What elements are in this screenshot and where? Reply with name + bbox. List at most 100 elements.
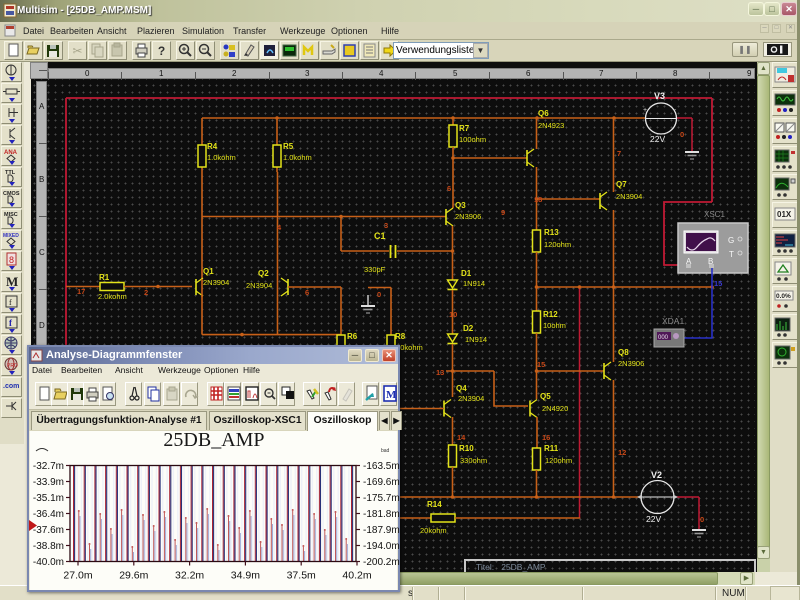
svg-text:Q6: Q6 <box>538 109 549 118</box>
svg-text:16: 16 <box>542 433 550 442</box>
svg-text:2N3904: 2N3904 <box>458 394 484 403</box>
svg-text:f: f <box>9 298 12 307</box>
svg-text:-194.0m: -194.0m <box>363 541 400 552</box>
svg-text:2N3904: 2N3904 <box>246 281 272 290</box>
svg-text:-175.7m: -175.7m <box>363 493 400 504</box>
svg-text:000: 000 <box>658 335 669 341</box>
svg-text:2N3906: 2N3906 <box>618 359 644 368</box>
svg-text:V3: V3 <box>654 91 665 101</box>
svg-text:120ohm: 120ohm <box>544 240 571 249</box>
svg-text:-33.9m: -33.9m <box>33 477 64 488</box>
svg-text:R7: R7 <box>459 124 470 133</box>
svg-text:8: 8 <box>9 255 14 265</box>
svg-text:3: 3 <box>384 221 388 230</box>
svg-text:18: 18 <box>534 195 542 204</box>
svg-text:2N3904: 2N3904 <box>203 278 229 287</box>
svg-text:1.0kohm: 1.0kohm <box>283 153 312 162</box>
svg-text:Q3: Q3 <box>455 201 466 210</box>
svg-text:2: 2 <box>144 288 148 297</box>
svg-text:0: 0 <box>377 290 381 299</box>
svg-text:-169.6m: -169.6m <box>363 477 400 488</box>
svg-text:0.0%: 0.0% <box>776 293 791 300</box>
svg-text:12: 12 <box>618 448 626 457</box>
svg-text:M: M <box>6 274 18 288</box>
svg-text:2.0kohm: 2.0kohm <box>98 292 127 301</box>
svg-text:Q4: Q4 <box>456 384 467 393</box>
svg-text:Titel: 25DB_AMP: Titel: 25DB_AMP <box>476 562 546 572</box>
svg-text:37.5m: 37.5m <box>287 570 316 582</box>
svg-text:-35.1m: -35.1m <box>33 493 64 504</box>
svg-text:R13: R13 <box>544 228 559 237</box>
svg-text:Q2: Q2 <box>258 269 269 278</box>
svg-text:29.6m: 29.6m <box>119 570 148 582</box>
svg-text:15: 15 <box>714 279 722 288</box>
svg-text:27.0m: 27.0m <box>63 570 92 582</box>
svg-text:17: 17 <box>77 287 85 296</box>
svg-text:R11: R11 <box>544 444 559 453</box>
svg-text:10: 10 <box>449 310 457 319</box>
svg-text:XDA1: XDA1 <box>662 316 684 326</box>
svg-text:D1: D1 <box>461 269 472 278</box>
svg-text:34.9m: 34.9m <box>231 570 260 582</box>
svg-text:330pF: 330pF <box>364 265 386 274</box>
svg-text:R8: R8 <box>395 332 406 341</box>
svg-text:-36.4m: -36.4m <box>33 509 64 520</box>
svg-text:20kohm: 20kohm <box>420 526 447 535</box>
svg-text:R5: R5 <box>283 142 294 151</box>
svg-text:Q1: Q1 <box>203 267 214 276</box>
svg-text:C1: C1 <box>374 231 386 241</box>
svg-text:6: 6 <box>305 288 309 297</box>
svg-text:R1: R1 <box>99 273 110 282</box>
svg-text:10ohm: 10ohm <box>543 321 566 330</box>
svg-text:32.2m: 32.2m <box>175 570 204 582</box>
svg-text:1N914: 1N914 <box>463 279 485 288</box>
svg-text:2N4920: 2N4920 <box>542 404 568 413</box>
svg-text:330ohm: 330ohm <box>460 456 487 465</box>
svg-text:G: G <box>728 236 734 245</box>
svg-text:15: 15 <box>537 360 545 369</box>
svg-text:2N4923: 2N4923 <box>538 121 564 130</box>
svg-text:100ohm: 100ohm <box>459 135 486 144</box>
svg-text:14: 14 <box>457 433 466 442</box>
svg-text:R12: R12 <box>543 310 558 319</box>
svg-text:22V: 22V <box>646 514 661 524</box>
svg-text:4: 4 <box>277 223 282 232</box>
svg-text:2N3906: 2N3906 <box>455 212 481 221</box>
svg-text:22V: 22V <box>650 134 665 144</box>
svg-text:bad: bad <box>381 448 390 454</box>
svg-text:R4: R4 <box>207 142 218 151</box>
svg-text:9: 9 <box>501 208 505 217</box>
svg-text:Q5: Q5 <box>540 392 551 401</box>
svg-text:40.2m: 40.2m <box>342 570 371 582</box>
svg-text:7: 7 <box>617 149 621 158</box>
svg-text:-40.0m: -40.0m <box>33 557 64 568</box>
svg-text:-32.7m: -32.7m <box>33 461 64 472</box>
svg-text:2N3904: 2N3904 <box>616 192 642 201</box>
svg-text:M: M <box>386 389 397 401</box>
svg-text:-200.2m: -200.2m <box>363 557 400 568</box>
svg-text:V2: V2 <box>651 470 662 480</box>
svg-text:+: + <box>643 107 647 114</box>
svg-text:R6: R6 <box>347 332 358 341</box>
svg-text:25DB_AMP: 25DB_AMP <box>163 429 264 451</box>
svg-text:f: f <box>9 318 13 328</box>
svg-text:1.0kohm: 1.0kohm <box>207 153 236 162</box>
svg-text:-187.9m: -187.9m <box>363 525 400 536</box>
svg-text:R14: R14 <box>427 500 442 509</box>
svg-text:.com: .com <box>3 383 19 390</box>
svg-text:-181.8m: -181.8m <box>363 509 400 520</box>
svg-text:6: 6 <box>447 184 451 193</box>
svg-text:D2: D2 <box>463 324 474 333</box>
svg-text:Q7: Q7 <box>616 180 627 189</box>
svg-text:-: - <box>674 107 677 114</box>
svg-text:XSC1: XSC1 <box>704 210 725 219</box>
svg-text:-163.5m: -163.5m <box>363 461 400 472</box>
svg-text:-37.6m: -37.6m <box>33 525 64 536</box>
svg-text:120ohm: 120ohm <box>545 456 572 465</box>
svg-text:13: 13 <box>436 368 444 377</box>
svg-text:1N914: 1N914 <box>465 335 487 344</box>
svg-text:01X: 01X <box>777 210 792 219</box>
svg-text:PRO: PRO <box>7 363 18 369</box>
svg-text:-38.8m: -38.8m <box>33 541 64 552</box>
svg-text:R10: R10 <box>459 444 474 453</box>
